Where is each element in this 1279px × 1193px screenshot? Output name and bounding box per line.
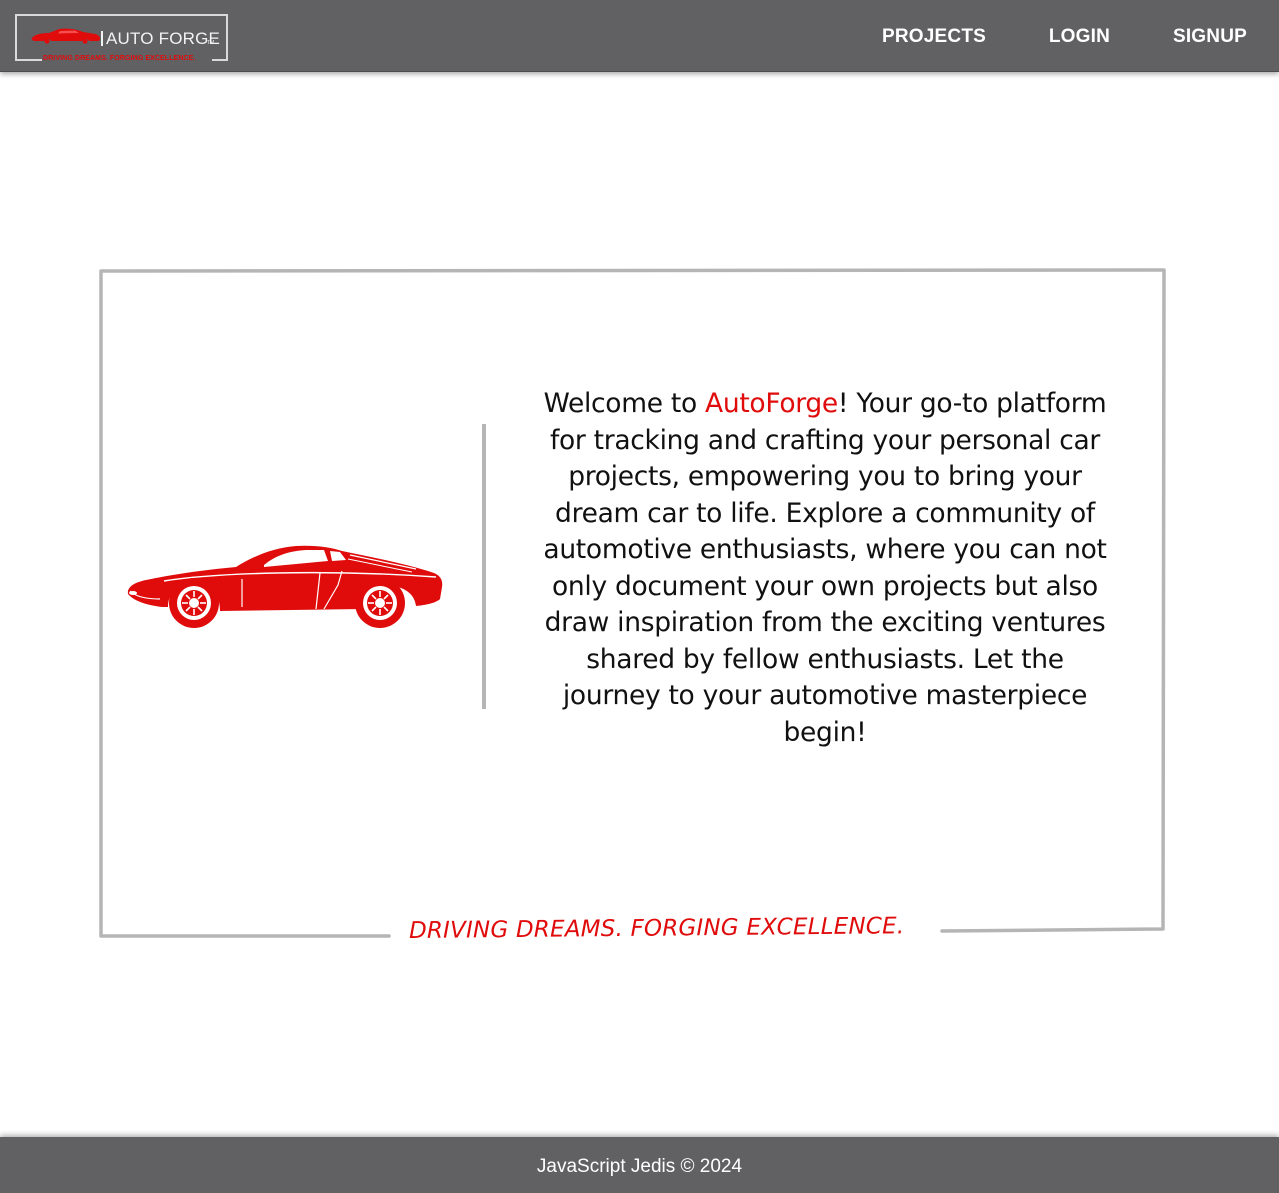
footer-copyright: JavaScript Jedis © 2024	[536, 1156, 743, 1177]
welcome-message: Welcome to AutoForge! Your go-to platfor…	[536, 386, 1114, 751]
welcome-prefix: Welcome to	[543, 388, 705, 419]
hero-slogan: DRIVING DREAMS. FORGING EXCELLENCE.	[408, 913, 905, 944]
welcome-body: ! Your go-to platform for tracking and c…	[543, 388, 1107, 748]
brand-name: AutoForge	[705, 388, 838, 419]
hero-divider	[482, 424, 486, 709]
sports-car-illustration	[127, 545, 443, 628]
page-footer: JavaScript Jedis © 2024	[0, 1137, 1279, 1193]
